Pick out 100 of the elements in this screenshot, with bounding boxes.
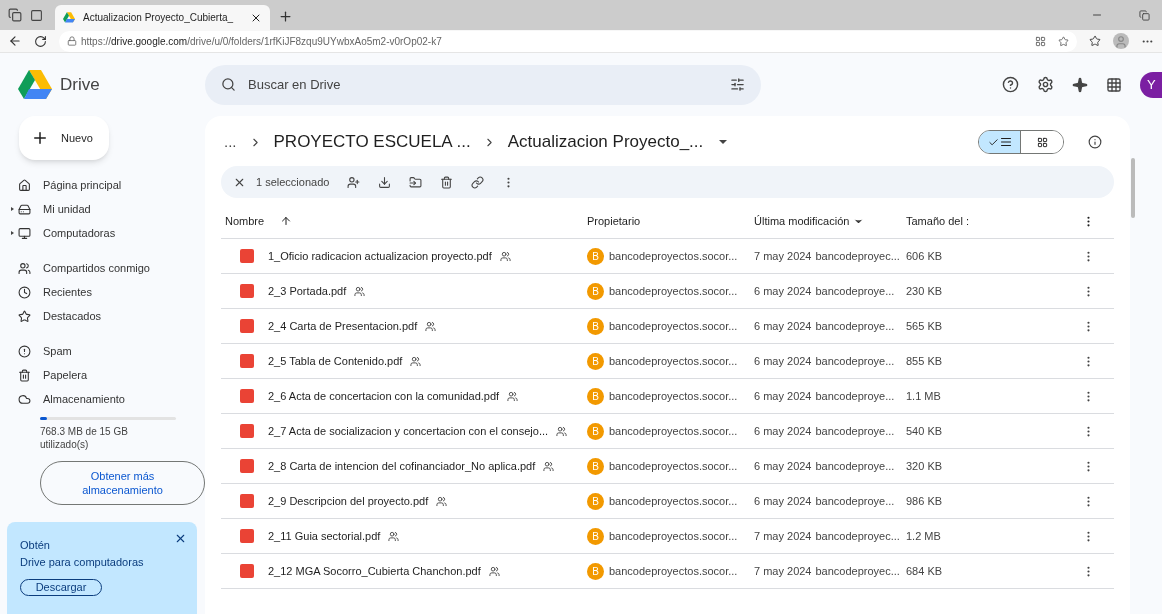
list-icon: [999, 136, 1012, 148]
owner-avatar: B: [587, 247, 604, 265]
owner-name: bancodeproyectos.socor...: [609, 458, 738, 474]
file-row[interactable]: 2_6 Acta de concertacion con la comunidad.pdf B bancodeproyectos.socor... 6 may 2024 bancodeproye... 1.1 MB: [221, 379, 1114, 414]
link-icon[interactable]: [471, 175, 485, 189]
star-icon: [18, 309, 31, 323]
breadcrumb-overflow[interactable]: ...: [224, 130, 237, 154]
modified-by: bancodeproye...: [815, 493, 895, 509]
owner-avatar: B: [587, 527, 604, 545]
modified-by: bancodeproye...: [815, 423, 895, 439]
favorites-icon[interactable]: [1089, 35, 1101, 47]
owner-avatar: B: [587, 492, 604, 510]
file-name: 2_9 Descripcion del proyecto.pdf: [268, 493, 429, 509]
modified-date: 7 may 2024: [754, 528, 812, 544]
reload-icon[interactable]: [34, 34, 47, 48]
sidebar-item[interactable]: Spam: [8, 339, 197, 363]
plus-icon: [31, 129, 49, 147]
breadcrumb-item[interactable]: PROYECTO ESCUELA ...: [273, 129, 471, 155]
sidebar-item[interactable]: Almacenamiento: [8, 387, 197, 411]
move-icon[interactable]: [409, 175, 423, 189]
avatar[interactable]: Y: [1140, 71, 1162, 98]
sidebar-item[interactable]: Papelera: [8, 363, 197, 387]
file-row[interactable]: 2_9 Descripcion del proyecto.pdf B bancodeproyectos.socor... 6 may 2024 bancodeproye... 986 KB: [221, 484, 1114, 519]
column-header[interactable]: Propietario: [587, 212, 754, 230]
file-size: 684 KB: [906, 563, 944, 579]
modified-date: 6 may 2024: [754, 318, 812, 334]
new-button[interactable]: Nuevo: [19, 116, 109, 160]
storage-text: 768.3 MB de 15 GB utilizado(s): [40, 425, 129, 451]
new-tab-icon[interactable]: [278, 9, 293, 24]
computer-icon: [18, 226, 31, 240]
help-icon[interactable]: [1002, 76, 1019, 93]
shared-icon: [507, 390, 519, 402]
sidebar-item[interactable]: Computadoras: [8, 221, 197, 245]
address-field[interactable]: https://drive.google.com/drive/u/0/folders/1rfKiJF8zqu9UYwbxAo5m2-v0rOp02-k7: [59, 30, 1077, 52]
file-row[interactable]: 1_Oficio radicacion actualizacion proyecto.pdf B bancodeproyectos.socor... 7 may 2024 bancodeproyec... 606 KB: [221, 239, 1114, 274]
sort-arrow-icon[interactable]: [280, 215, 293, 227]
file-row[interactable]: 2_3 Portada.pdf B bancodeproyectos.socor... 6 may 2024 bancodeproye... 230 KB: [221, 274, 1114, 309]
url-text: https://drive.google.com/drive/u/0/folders/1rfKiJF8zqu9UYwbxAo5m2-v0rOp02-k7: [81, 34, 442, 49]
list-view-button[interactable]: [979, 131, 1021, 153]
breadcrumb-item[interactable]: Actualizacion Proyecto_...: [507, 129, 704, 155]
selection-count: 1 seleccionado: [256, 174, 330, 190]
browser-tab[interactable]: Actualizacion Proyecto_Cubierta_: [55, 5, 270, 30]
column-header[interactable]: Última modificación: [754, 212, 850, 230]
sidebar-item[interactable]: Página principal: [8, 173, 197, 197]
file-name: 2_3 Portada.pdf: [268, 283, 347, 299]
file-size: 230 KB: [906, 283, 944, 299]
file-name: 2_11 Guia sectorial.pdf: [268, 528, 381, 544]
sidebar-item[interactable]: Mi unidad: [8, 197, 197, 221]
restore-icon[interactable]: [1139, 10, 1150, 21]
tab-title: Actualizacion Proyecto_Cubierta_: [83, 11, 235, 25]
shared-icon: [354, 285, 366, 297]
share-icon[interactable]: [347, 175, 361, 189]
sidebar-item[interactable]: Compartidos conmigo: [8, 256, 197, 280]
file-name: 2_5 Tabla de Contenido.pdf: [268, 353, 403, 369]
shared-icon: [499, 250, 511, 262]
dropdown-icon[interactable]: [719, 140, 728, 144]
back-icon[interactable]: [8, 34, 22, 48]
apps-icon[interactable]: [1106, 76, 1122, 93]
file-row[interactable]: 2_8 Carta de intencion del cofinanciador_No aplica.pdf B bancodeproyectos.socor... 6 may 2024 bancodeproye... 320 KB: [221, 449, 1114, 484]
expand-icon[interactable]: [10, 207, 14, 211]
file-row[interactable]: 2_12 MGA Socorro_Cubierta Chanchon.pdf B bancodeproyectos.socor... 7 may 2024 bancodeproyec... 684 KB: [221, 554, 1114, 589]
modified-date: 6 may 2024: [754, 283, 812, 299]
file-row[interactable]: 2_5 Tabla de Contenido.pdf B bancodeproyectos.socor... 6 may 2024 bancodeproye... 855 KB: [221, 344, 1114, 379]
file-size: 1.1 MB: [906, 388, 942, 404]
modified-by: bancodeproye...: [815, 318, 895, 334]
search-field[interactable]: Buscar en Drive: [205, 64, 761, 105]
sidebar-label: Recientes: [43, 284, 92, 300]
search-input[interactable]: Buscar en Drive: [248, 74, 718, 95]
sidebar-item[interactable]: Recientes: [8, 280, 197, 304]
file-row[interactable]: 2_11 Guia sectorial.pdf B bancodeproyectos.socor... 7 may 2024 bancodeproyec... 1.2 MB: [221, 519, 1114, 554]
settings-icon[interactable]: [1037, 76, 1054, 93]
file-row[interactable]: 2_4 Carta de Presentacion.pdf B bancodeproyectos.socor... 6 may 2024 bancodeproye... 565 KB: [221, 309, 1114, 344]
file-size: 986 KB: [906, 493, 944, 509]
owner-name: bancodeproyectos.socor...: [609, 493, 738, 509]
expand-icon[interactable]: [10, 231, 14, 235]
filter-icon[interactable]: [730, 77, 745, 92]
sidebar-label: Computadoras: [43, 225, 116, 241]
close-icon[interactable]: [174, 532, 187, 545]
shared-icon: [410, 355, 422, 367]
column-header[interactable]: Nombre: [225, 212, 265, 230]
column-header[interactable]: Tamaño del :: [906, 212, 1006, 230]
modified-date: 7 may 2024: [754, 563, 812, 579]
sidebar-label: Papelera: [43, 367, 88, 383]
app-name: Drive: [60, 73, 100, 96]
favorite-icon[interactable]: [1058, 35, 1069, 47]
sparkle-icon[interactable]: [1072, 76, 1088, 93]
info-icon[interactable]: [1088, 135, 1102, 149]
modified-by: bancodeproyec...: [815, 248, 900, 264]
file-row[interactable]: 2_7 Acta de socializacion y concertacion con el consejo... B bancodeproyectos.socor... 6 may 2024 bancodeproye... 540 KB: [221, 414, 1114, 449]
file-name: 2_6 Acta de concertacion con la comunidad.pdf: [268, 388, 500, 404]
grid-icon: [1036, 136, 1048, 148]
download-icon[interactable]: [378, 175, 392, 189]
profile-icon[interactable]: [1113, 33, 1129, 49]
trash-icon: [18, 368, 31, 382]
app-available-icon[interactable]: [1035, 35, 1046, 47]
sidebar-item[interactable]: Destacados: [8, 304, 197, 328]
sidebar-label: Compartidos conmigo: [43, 260, 150, 276]
owner-name: bancodeproyectos.socor...: [609, 563, 738, 579]
promo-subtitle: Drive para computadoras: [20, 554, 144, 570]
trash-icon[interactable]: [440, 175, 454, 189]
